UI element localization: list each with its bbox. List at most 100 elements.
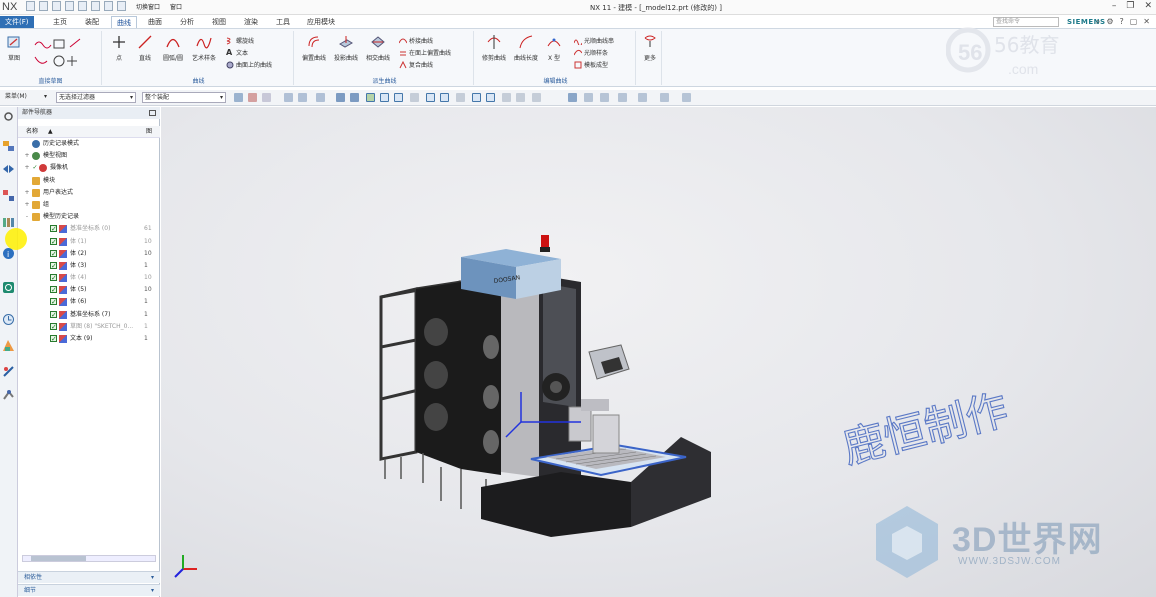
visibility-checkbox[interactable] xyxy=(50,284,57,296)
tree-row[interactable]: + 组 xyxy=(18,199,160,211)
move-object-icon[interactable] xyxy=(638,93,647,102)
tab-file[interactable]: 文件(F) xyxy=(0,16,34,28)
maximize-icon[interactable] xyxy=(149,110,156,116)
visibility-checkbox[interactable] xyxy=(50,272,57,284)
intersection-curve-button[interactable]: 相交曲线 xyxy=(364,34,392,62)
snap-point-on-curve-icon[interactable] xyxy=(486,93,495,102)
shape-by-template-button[interactable]: 模板成型 xyxy=(574,60,608,69)
tab-render[interactable]: 渲染 xyxy=(239,16,263,28)
visibility-checkbox[interactable] xyxy=(50,248,57,260)
touch-mode-icon[interactable] xyxy=(117,1,126,11)
layer-settings-icon[interactable] xyxy=(618,93,627,102)
snap-center-icon[interactable] xyxy=(472,93,481,102)
expand-toggle-icon[interactable]: + xyxy=(24,162,30,174)
tab-curve[interactable]: 曲线 xyxy=(111,16,137,28)
view-camera-icon[interactable] xyxy=(584,93,593,102)
text-button[interactable]: A 文本 xyxy=(226,48,248,57)
dependencies-panel[interactable]: 相依性 xyxy=(18,571,160,584)
snap-control-icon[interactable] xyxy=(394,93,403,102)
trim-curve-button[interactable]: 修剪曲线 xyxy=(480,34,508,62)
lasso-select-icon[interactable] xyxy=(316,93,325,102)
visibility-checkbox[interactable] xyxy=(50,223,57,235)
column-extra[interactable]: 图 xyxy=(146,126,152,138)
tree-row[interactable]: 文本 (9) 1 xyxy=(18,333,160,345)
expand-toggle-icon[interactable]: - xyxy=(24,211,30,223)
point-snap-icon[interactable] xyxy=(284,93,293,102)
tab-assembly[interactable]: 装配 xyxy=(80,16,104,28)
shaded-icon[interactable] xyxy=(336,93,345,102)
search-icon[interactable]: ⌕ xyxy=(1096,17,1100,27)
minimize-icon[interactable]: – xyxy=(1112,1,1117,11)
tree-row[interactable]: 体 (6) 1 xyxy=(18,296,160,308)
curve-length-button[interactable]: 曲线长度 xyxy=(512,34,540,62)
tab-analysis[interactable]: 分析 xyxy=(175,16,199,28)
sketch-button[interactable]: 草图 xyxy=(3,34,25,62)
system-materials-icon[interactable] xyxy=(2,389,15,402)
wireframe-icon[interactable] xyxy=(350,93,359,102)
repeat-command-icon[interactable] xyxy=(104,1,113,11)
navigator-horizontal-scrollbar[interactable] xyxy=(22,555,156,562)
tab-tools[interactable]: 工具 xyxy=(271,16,295,28)
tree-row[interactable]: - 模型历史记录 xyxy=(18,211,160,223)
tree-row[interactable]: 模块 xyxy=(18,175,160,187)
tab-home[interactable]: 主页 xyxy=(48,16,72,28)
settings-icon[interactable]: ⚙ xyxy=(1106,17,1113,27)
x-form-button[interactable]: X 型 xyxy=(542,34,566,62)
tree-row[interactable]: 体 (2) 10 xyxy=(18,248,160,260)
column-name[interactable]: 名称 xyxy=(26,128,38,135)
close-doc-icon[interactable]: ✕ xyxy=(1143,17,1150,27)
restore-icon[interactable]: ❐ xyxy=(1126,1,1134,11)
tab-applications[interactable]: 应用模块 xyxy=(302,16,340,28)
deselect-icon[interactable] xyxy=(262,93,271,102)
scrollbar-thumb[interactable] xyxy=(31,556,86,561)
tree-row[interactable]: 基准坐标系 (0) 61 xyxy=(18,223,160,235)
switch-window-button[interactable]: 切换窗口 xyxy=(136,2,160,11)
sketch-tools-icon[interactable] xyxy=(32,37,92,71)
snap-face-icon[interactable] xyxy=(516,93,525,102)
helix-button[interactable]: 螺旋线 xyxy=(226,36,254,45)
offset-in-face-button[interactable]: 在面上偏置曲线 xyxy=(399,48,451,57)
tree-row[interactable]: 历史记录模式 xyxy=(18,138,160,150)
paste-icon[interactable] xyxy=(91,1,100,11)
window-icon[interactable]: ▢ xyxy=(1130,17,1138,27)
snap-intersection-icon[interactable] xyxy=(410,93,419,102)
copy-icon[interactable] xyxy=(78,1,87,11)
reuse-library-icon[interactable] xyxy=(2,215,15,228)
menu-button[interactable]: 菜单(M) xyxy=(3,92,49,103)
tree-row[interactable]: 体 (4) 10 xyxy=(18,272,160,284)
part-navigator-icon[interactable] xyxy=(2,189,15,202)
sort-icon[interactable]: ▲ xyxy=(48,128,53,135)
composite-curve-button[interactable]: 复合曲线 xyxy=(399,60,433,69)
help-icon[interactable]: ? xyxy=(1119,17,1123,27)
project-curve-button[interactable]: 投影曲线 xyxy=(332,34,360,62)
smooth-curve-string-button[interactable]: 光顺曲线串 xyxy=(574,36,614,45)
tree-row[interactable]: 体 (1) 10 xyxy=(18,236,160,248)
tab-view[interactable]: 视图 xyxy=(207,16,231,28)
palette-icon[interactable] xyxy=(2,339,15,352)
select-all-icon[interactable] xyxy=(248,93,257,102)
rect-select-icon[interactable] xyxy=(298,93,307,102)
web-browser-icon[interactable] xyxy=(2,281,15,294)
cut-icon[interactable] xyxy=(65,1,74,11)
tree-row[interactable]: 体 (3) 1 xyxy=(18,260,160,272)
visibility-checkbox[interactable] xyxy=(50,296,57,308)
tree-row[interactable]: + 模型视图 xyxy=(18,150,160,162)
snap-quadrant-icon[interactable] xyxy=(440,93,449,102)
studio-spline-button[interactable]: 艺术样条 xyxy=(190,34,218,62)
snap-plus-icon[interactable] xyxy=(502,93,511,102)
tree-row[interactable]: 基准坐标系 (7) 1 xyxy=(18,309,160,321)
tree-row[interactable]: + 用户表达式 xyxy=(18,187,160,199)
tree-row[interactable]: + ✓ 摄像机 xyxy=(18,162,160,174)
history-icon[interactable] xyxy=(2,313,15,326)
visibility-checkbox[interactable] xyxy=(50,309,57,321)
snap-midpoint-icon[interactable] xyxy=(380,93,389,102)
bridge-curve-button[interactable]: 桥接曲线 xyxy=(399,36,433,45)
point-button[interactable]: 点 xyxy=(110,34,128,62)
arc-circle-button[interactable]: 圆弧/圆 xyxy=(160,34,186,62)
snap-pole-icon[interactable] xyxy=(532,93,541,102)
orient-view-icon[interactable] xyxy=(660,93,669,102)
tree-row[interactable]: 体 (5) 10 xyxy=(18,284,160,296)
close-icon[interactable]: ✕ xyxy=(1144,1,1152,11)
visibility-checkbox[interactable] xyxy=(50,260,57,272)
assembly-navigator-icon[interactable] xyxy=(2,139,15,152)
